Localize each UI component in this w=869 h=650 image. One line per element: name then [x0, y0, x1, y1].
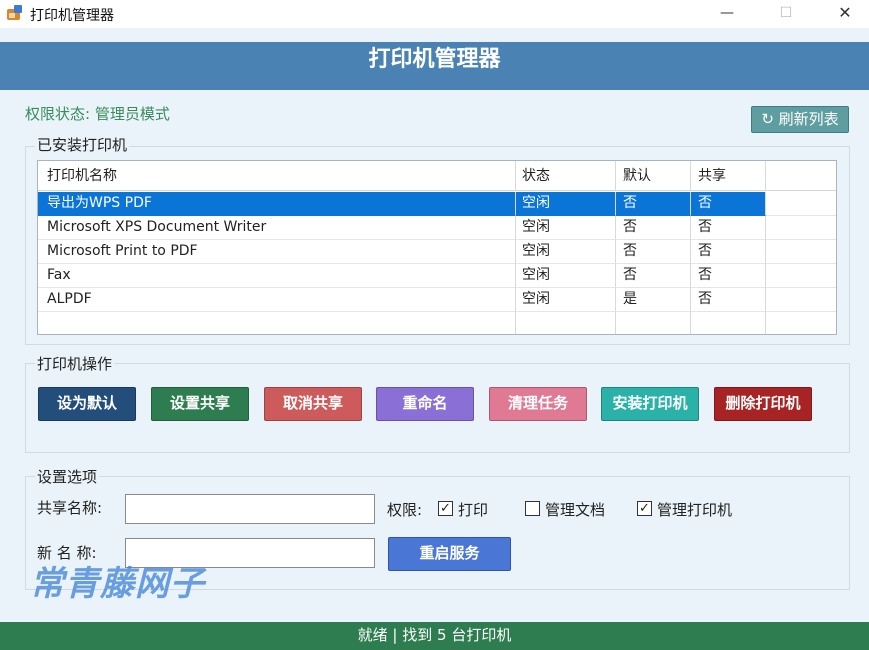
- cell-default: 是: [616, 288, 691, 312]
- cell-default: 否: [616, 192, 691, 216]
- cell-default: 否: [616, 264, 691, 288]
- app-header: 打印机管理器: [0, 42, 869, 90]
- watermark-text: 常青藤网子: [30, 564, 205, 604]
- cell-empty: [516, 312, 616, 334]
- cancel-share-button[interactable]: 取消共享: [264, 387, 362, 421]
- cell-empty: [616, 312, 691, 334]
- printer-app-icon: [7, 5, 22, 20]
- settings-title: 设置选项: [35, 466, 100, 487]
- manage-printer-permission-checkbox[interactable]: ✓: [637, 501, 652, 516]
- table-header: 打印机名称 状态 默认 共享: [38, 161, 836, 191]
- cell-filler: [766, 192, 836, 216]
- table-row[interactable]: Microsoft XPS Document Writer 空闲 否 否: [38, 216, 836, 240]
- cell-filler: [766, 264, 836, 288]
- table-row[interactable]: ALPDF 空闲 是 否: [38, 288, 836, 312]
- share-name-input[interactable]: [125, 494, 375, 524]
- cell-empty: [38, 312, 516, 334]
- refresh-list-button[interactable]: ↻ 刷新列表: [751, 106, 849, 133]
- print-permission-checkbox[interactable]: ✓: [438, 501, 453, 516]
- column-header-status[interactable]: 状态: [516, 161, 616, 191]
- delete-printer-button[interactable]: 删除打印机: [714, 387, 812, 421]
- cell-filler: [766, 288, 836, 312]
- close-button[interactable]: ✕: [822, 0, 868, 28]
- cell-default: 否: [616, 240, 691, 264]
- installed-printers-title: 已安装打印机: [35, 134, 130, 155]
- cell-status: 空闲: [516, 240, 616, 264]
- column-header-name[interactable]: 打印机名称: [38, 161, 516, 191]
- cell-name: Fax: [38, 264, 516, 288]
- table-row[interactable]: 导出为WPS PDF 空闲 否 否: [38, 192, 836, 216]
- table-row[interactable]: Microsoft Print to PDF 空闲 否 否: [38, 240, 836, 264]
- cell-name: 导出为WPS PDF: [38, 192, 516, 216]
- cell-name: Microsoft Print to PDF: [38, 240, 516, 264]
- window-title: 打印机管理器: [30, 8, 114, 24]
- set-share-button[interactable]: 设置共享: [151, 387, 249, 421]
- manage-printer-permission-label[interactable]: 管理打印机: [657, 499, 732, 520]
- window-titlebar: 打印机管理器 — ☐ ✕: [0, 0, 869, 28]
- cell-default: 否: [616, 216, 691, 240]
- status-bar: 就绪 | 找到 5 台打印机: [0, 622, 869, 650]
- cell-empty: [691, 312, 766, 334]
- cell-shared: 否: [691, 192, 766, 216]
- printer-operations-title: 打印机操作: [35, 353, 115, 374]
- set-default-button[interactable]: 设为默认: [38, 387, 136, 421]
- column-header-shared[interactable]: 共享: [691, 161, 766, 191]
- install-printer-button[interactable]: 安装打印机: [601, 387, 699, 421]
- column-header-filler: [766, 161, 836, 191]
- cell-shared: 否: [691, 288, 766, 312]
- print-permission-label[interactable]: 打印: [458, 499, 488, 520]
- cell-name: ALPDF: [38, 288, 516, 312]
- maximize-button[interactable]: ☐: [763, 0, 809, 28]
- table-row-empty: [38, 312, 836, 334]
- cell-shared: 否: [691, 264, 766, 288]
- manage-docs-permission-label[interactable]: 管理文档: [545, 499, 605, 520]
- printer-table[interactable]: 打印机名称 状态 默认 共享 导出为WPS PDF 空闲 否 否 Microso…: [37, 160, 837, 335]
- clear-jobs-button[interactable]: 清理任务: [489, 387, 587, 421]
- header-title: 打印机管理器: [368, 47, 501, 72]
- manage-docs-permission-checkbox[interactable]: [525, 501, 540, 516]
- minimize-button[interactable]: —: [704, 0, 750, 28]
- cell-status: 空闲: [516, 264, 616, 288]
- cell-status: 空闲: [516, 192, 616, 216]
- cell-status: 空闲: [516, 288, 616, 312]
- table-row[interactable]: Fax 空闲 否 否: [38, 264, 836, 288]
- restart-service-button[interactable]: 重启服务: [388, 537, 511, 571]
- cell-empty: [766, 312, 836, 334]
- cell-filler: [766, 240, 836, 264]
- cell-filler: [766, 216, 836, 240]
- cell-shared: 否: [691, 216, 766, 240]
- cell-status: 空闲: [516, 216, 616, 240]
- cell-name: Microsoft XPS Document Writer: [38, 216, 516, 240]
- column-header-default[interactable]: 默认: [616, 161, 691, 191]
- permission-status: 权限状态: 管理员模式: [25, 105, 170, 123]
- rename-button[interactable]: 重命名: [376, 387, 474, 421]
- permissions-label: 权限:: [387, 501, 423, 519]
- cell-shared: 否: [691, 240, 766, 264]
- share-name-label: 共享名称:: [37, 499, 103, 517]
